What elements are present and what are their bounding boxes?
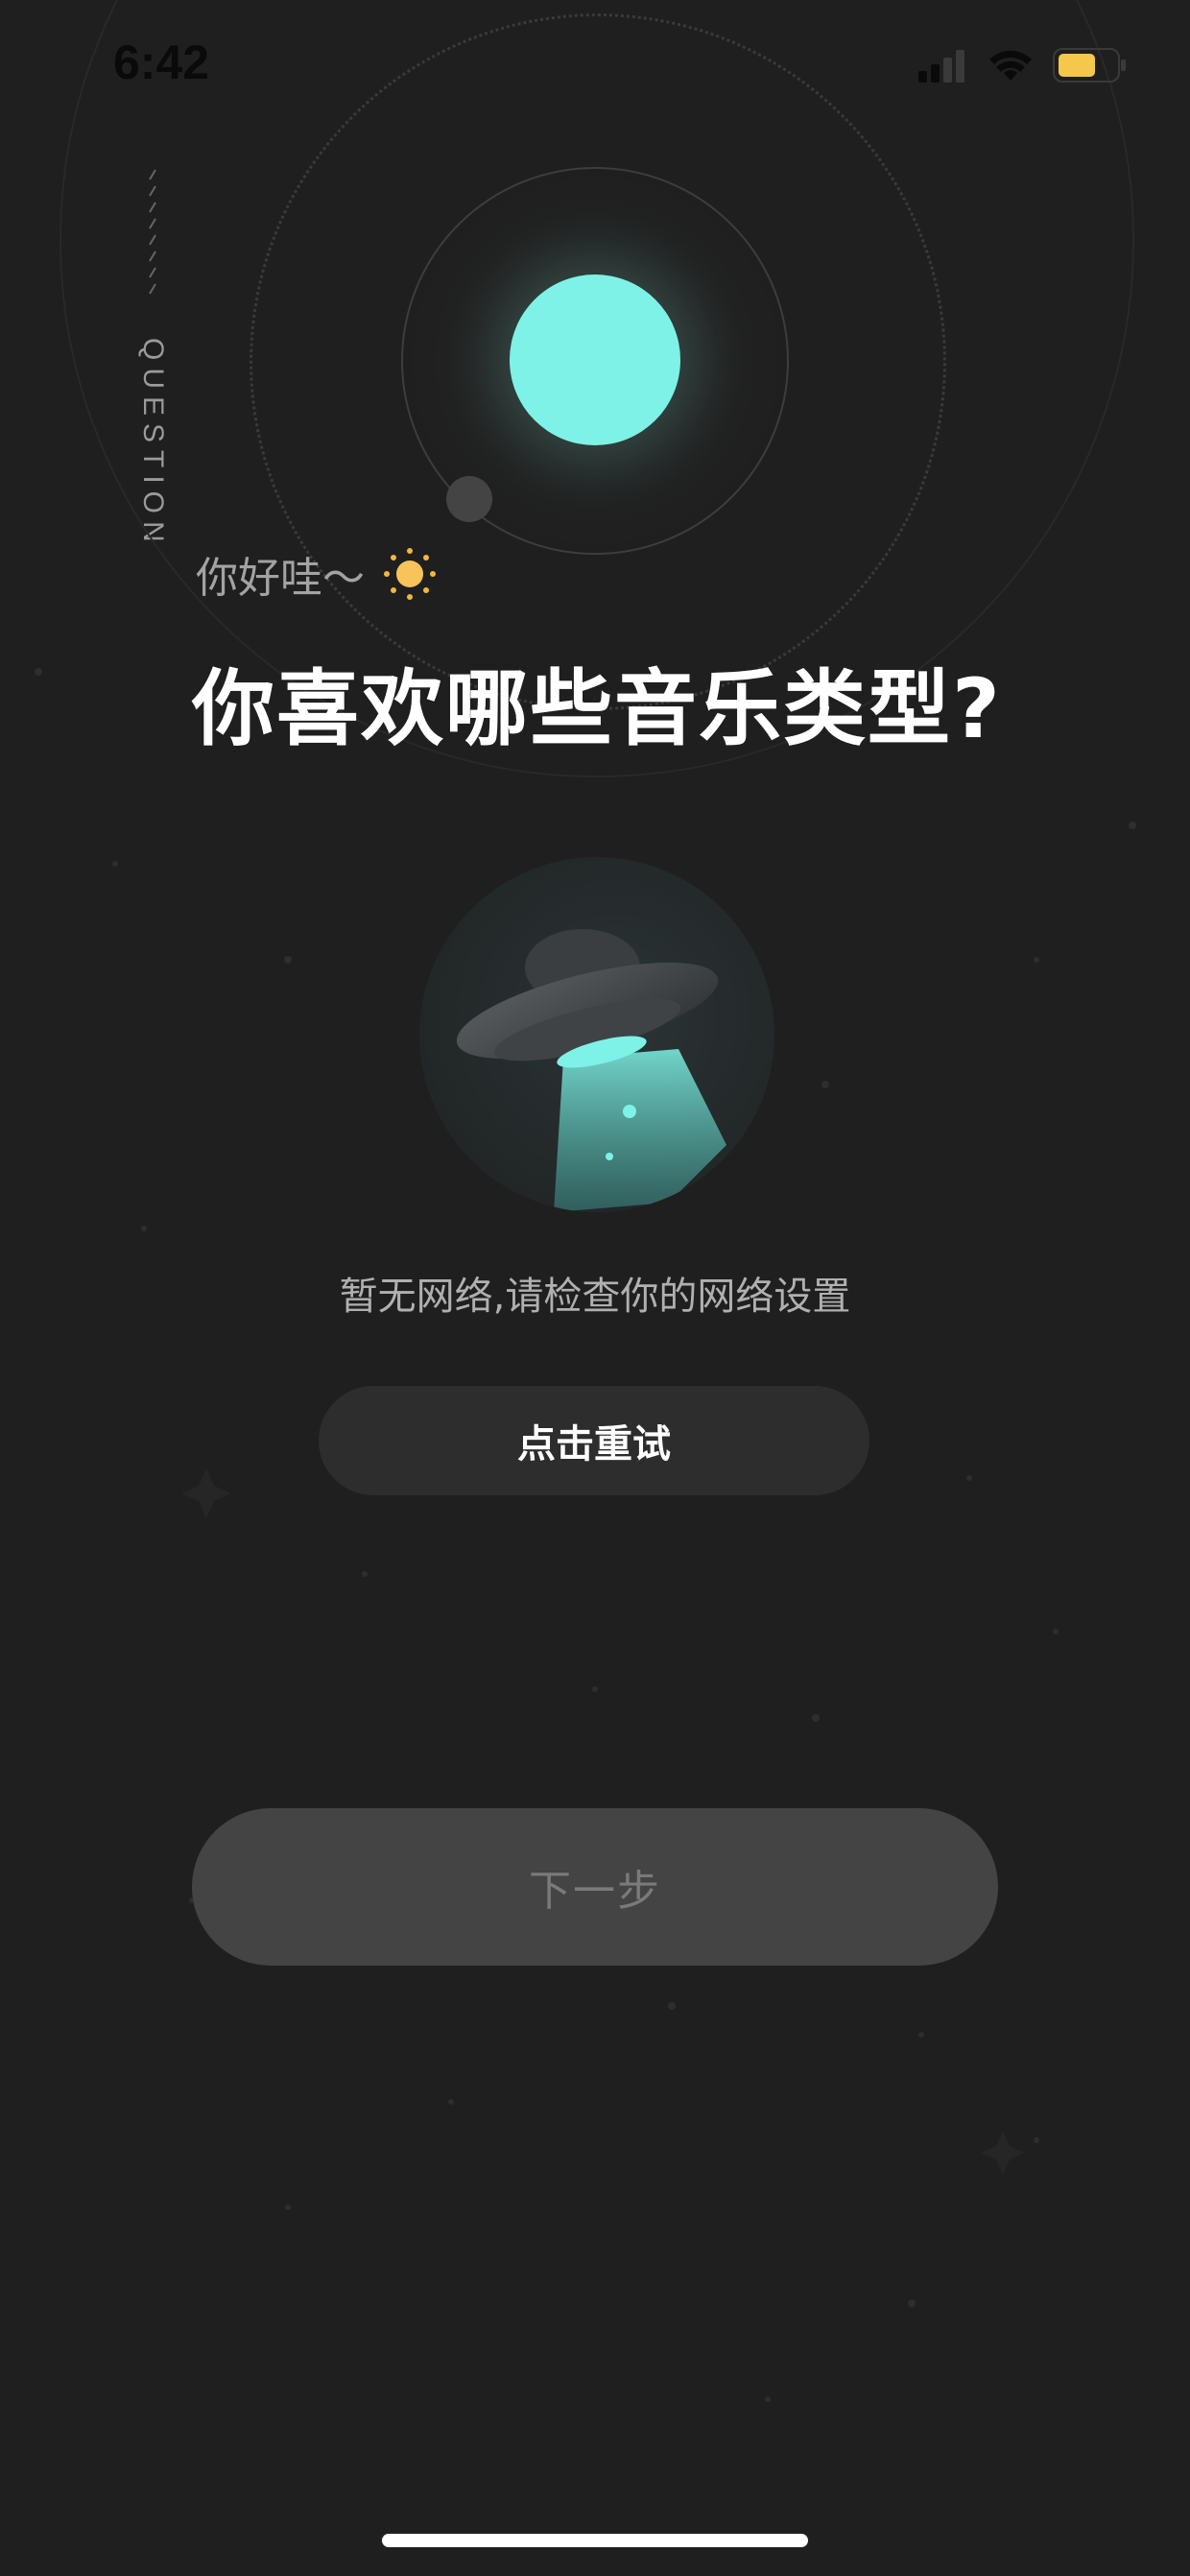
side-label bbox=[125, 168, 192, 533]
slash-decoration bbox=[149, 169, 156, 295]
ufo-illustration bbox=[419, 857, 774, 1212]
status-bar: 6:42 bbox=[0, 0, 1190, 130]
status-time: 6:42 bbox=[113, 36, 210, 89]
signal-icon bbox=[918, 50, 964, 83]
planet-circle bbox=[510, 274, 680, 445]
greeting-text: 你好哇～ bbox=[196, 554, 365, 603]
sun-icon bbox=[384, 548, 436, 600]
home-indicator[interactable] bbox=[382, 2534, 808, 2547]
page-title: 你喜欢哪些音乐类型? bbox=[192, 661, 1002, 757]
retry-button[interactable]: 点击重试 bbox=[319, 1386, 869, 1495]
next-step-button[interactable]: 下一步 bbox=[192, 1808, 998, 1966]
moon-circle bbox=[446, 476, 492, 522]
network-error-message: 暂无网络,请检查你的网络设置 bbox=[339, 1275, 851, 1319]
greeting: 你好哇～ bbox=[196, 543, 438, 605]
ufo-icon bbox=[456, 929, 726, 1212]
wifi-icon bbox=[989, 50, 1032, 81]
battery-icon bbox=[1053, 48, 1126, 83]
